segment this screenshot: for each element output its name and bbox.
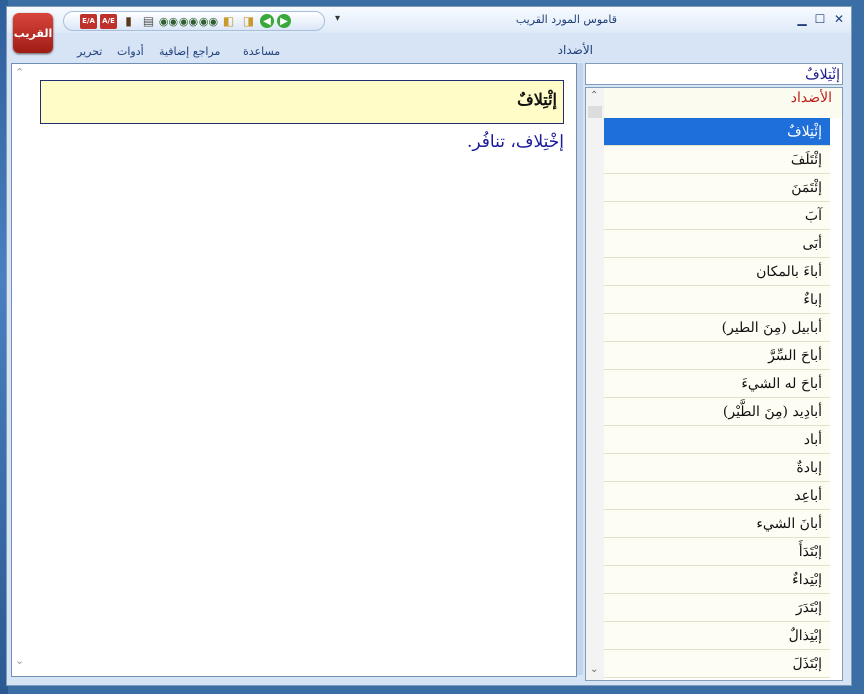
pane-splitter[interactable] <box>577 63 583 675</box>
definition-scrollbar[interactable]: ⌃ ⌄ <box>12 64 30 676</box>
list-item[interactable]: أباحَ له الشيءَ <box>604 370 830 398</box>
list-item[interactable]: إبْتَذَلَ <box>604 650 830 678</box>
list-item[interactable]: أباعِد <box>604 482 830 510</box>
app-logo[interactable]: القريب <box>13 13 53 53</box>
scroll-down-icon[interactable]: ⌄ <box>590 664 598 675</box>
list-item[interactable]: أباحَ السِّرَّ <box>604 342 830 370</box>
list-item[interactable]: آبَ <box>604 202 830 230</box>
list-item[interactable]: إبْتَدَأَ <box>604 538 830 566</box>
menu-help[interactable]: مساعدة <box>243 45 280 58</box>
list-item[interactable]: إئْتَمَنَ <box>604 174 830 202</box>
word-list-pane: الأضداد ⌃ ⌄ إئْتِلافٌإئْتَلَفَإئْتَمَنَآ… <box>585 61 847 681</box>
close-icon[interactable]: ✕ <box>832 12 846 26</box>
scroll-thumb[interactable] <box>588 106 602 118</box>
list-item[interactable]: أباد <box>604 426 830 454</box>
binoculars-next-icon[interactable]: ◉◉ <box>199 14 218 29</box>
quick-access-toolbar: E/A A/E ▮ ▤ ◉◉ ◉◉ ◉◉ ◧ ◨ ◀ ▶ <box>63 11 325 31</box>
folder-back-icon[interactable]: ◧ <box>220 14 237 29</box>
customize-toolbar-dropdown[interactable]: ▾ <box>335 13 340 24</box>
list-item[interactable]: أبادِيد (مِنَ الطَّيْر) <box>604 398 830 426</box>
binoculars-icon[interactable]: ◉◉ <box>159 14 178 29</box>
scroll-up-icon[interactable]: ⌃ <box>15 66 24 79</box>
list-item[interactable]: إئْتِلافٌ <box>604 118 830 146</box>
menu-tools[interactable]: أدوات <box>117 45 144 58</box>
app-window: E/A A/E ▮ ▤ ◉◉ ◉◉ ◉◉ ◧ ◨ ◀ ▶ ▾ قاموس الم… <box>6 6 852 686</box>
headword-box: إئْتِلافٌ <box>40 80 564 124</box>
title-bar: E/A A/E ▮ ▤ ◉◉ ◉◉ ◉◉ ◧ ◨ ◀ ▶ ▾ قاموس الم… <box>7 7 851 33</box>
arabic-english-button[interactable]: A/E <box>100 13 117 29</box>
list-item[interactable]: أبابيل (مِنَ الطير) <box>604 314 830 342</box>
forward-arrow-icon[interactable]: ▶ <box>277 14 291 28</box>
back-arrow-icon[interactable]: ◀ <box>260 14 274 28</box>
maximize-icon[interactable]: ☐ <box>813 12 827 26</box>
menu-bar: مساعدة مراجع إضافية أدوات تحرير الأضداد <box>7 33 851 61</box>
list-item[interactable]: إباءٌ <box>604 286 830 314</box>
ribbon-section-label[interactable]: الأضداد <box>558 43 593 57</box>
folder-forward-icon[interactable]: ◨ <box>240 14 257 29</box>
binoculars-prev-icon[interactable]: ◉◉ <box>179 14 198 29</box>
list-item[interactable]: إئْتَلَفَ <box>604 146 830 174</box>
list-item[interactable]: إبادةٌ <box>604 454 830 482</box>
list-item[interactable]: إبْتِداءٌ <box>604 566 830 594</box>
search-field[interactable] <box>585 63 844 85</box>
list-item[interactable]: أباءَ بالمكان <box>604 258 830 286</box>
definition-text: إخْتِلاف، تنافُر. <box>467 132 564 152</box>
list-item[interactable]: أبَى <box>604 230 830 258</box>
window-title: قاموس المورد القريب <box>515 13 617 26</box>
menu-references[interactable]: مراجع إضافية <box>159 45 220 58</box>
list-title: الأضداد <box>790 90 832 106</box>
menu-edit[interactable]: تحرير <box>77 45 102 58</box>
list-item[interactable]: إبْتَدَرَ <box>604 594 830 622</box>
english-arabic-button[interactable]: E/A <box>80 13 97 29</box>
list-scrollbar[interactable]: ⌃ ⌄ <box>586 88 604 680</box>
scroll-up-icon[interactable]: ⌃ <box>590 90 598 101</box>
list-item[interactable]: أبانَ الشيء <box>604 510 830 538</box>
scroll-down-icon[interactable]: ⌄ <box>15 654 24 667</box>
list-item[interactable]: إبْتِذالٌ <box>604 622 830 650</box>
word-rows: إئْتِلافٌ إئْتَلَفَ إئْتَمَنَ آبَ أبَى أباءَ … <box>604 118 830 678</box>
document-icon[interactable]: ▤ <box>140 14 157 29</box>
minimize-icon[interactable]: ▁ <box>795 12 809 26</box>
headword: إئْتِلافٌ <box>517 90 557 109</box>
definition-pane: ⌃ ⌄ إئْتِلافٌ إخْتِلاف، تنافُر. <box>11 63 577 677</box>
book-icon[interactable]: ▮ <box>120 14 137 29</box>
word-list: الأضداد ⌃ ⌄ إئْتِلافٌ إئْتَلَفَ إئْتَمَنَ آ… <box>585 87 843 681</box>
search-input[interactable] <box>586 65 844 85</box>
